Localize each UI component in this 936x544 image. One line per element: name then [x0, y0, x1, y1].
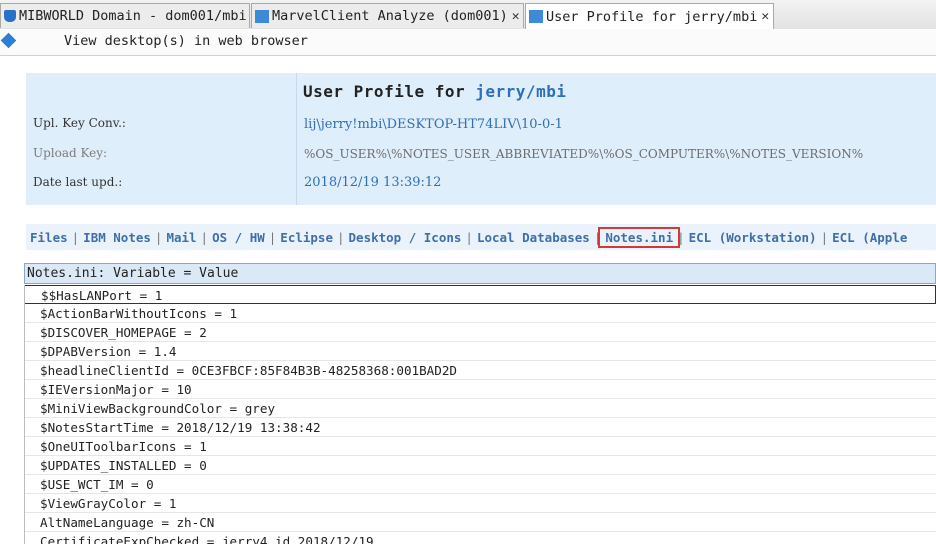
- subtab-os-hw[interactable]: OS / HW: [208, 230, 269, 245]
- page-title: User Profile for jerry/mbi: [303, 82, 566, 101]
- action-bar: View desktop(s) in web browser: [0, 29, 936, 56]
- table-row[interactable]: $DPABVersion = 1.4: [24, 342, 936, 361]
- notes-ini-list: $$HasLANPort = 1 $ActionBarWithoutIcons …: [24, 285, 936, 544]
- subtab-mail[interactable]: Mail: [162, 230, 200, 245]
- close-icon[interactable]: ✕: [761, 9, 769, 24]
- table-row[interactable]: $USE_WCT_IM = 0: [24, 475, 936, 494]
- tab-bar: MIBWORLD Domain - dom001/mbi MarvelClien…: [0, 0, 936, 30]
- profile-subtabs: Files | IBM Notes | Mail | OS / HW | Eclipse…: [26, 224, 936, 250]
- table-header[interactable]: Notes.ini: Variable = Value: [24, 263, 936, 284]
- title-user: jerry/mbi: [475, 82, 567, 101]
- field-value-upload-key: %OS_USER%\%NOTES_USER_ABBREVIATED%\%OS_C…: [304, 147, 864, 161]
- close-icon[interactable]: ✕: [512, 9, 520, 24]
- profile-header: User Profile for jerry/mbi Upl. Key Conv…: [26, 73, 936, 205]
- marvelclient-doc-icon: [529, 10, 543, 23]
- subtab-eclipse[interactable]: Eclipse: [276, 230, 337, 245]
- table-row[interactable]: $headlineClientId = 0CE3FBCF:85F84B3B-48…: [24, 361, 936, 380]
- table-row[interactable]: $IEVersionMajor = 10: [24, 380, 936, 399]
- diamond-icon: [0, 32, 17, 49]
- table-row[interactable]: $OneUIToolbarIcons = 1: [24, 437, 936, 456]
- table-row[interactable]: $NotesStartTime = 2018/12/19 13:38:42: [24, 418, 936, 437]
- field-label-upl-key-conv: Upl. Key Conv.:: [33, 116, 126, 130]
- subtab-notes-ini[interactable]: Notes.ini: [598, 226, 681, 248]
- tab-label: MarvelClient Analyze (dom001): [272, 8, 508, 24]
- table-row[interactable]: $$HasLANPort = 1: [24, 285, 936, 304]
- field-value-upl-key-conv[interactable]: lij\jerry!mbi\DESKTOP-HT74LIV\10-0-1: [304, 117, 563, 132]
- table-row[interactable]: CertificateExpChecked = jerry4.id 2018/1…: [24, 532, 936, 544]
- table-row[interactable]: $MiniViewBackgroundColor = grey: [24, 399, 936, 418]
- subtab-ecl-apple[interactable]: ECL (Apple: [828, 230, 911, 245]
- field-label-upload-key: Upload Key:: [33, 146, 108, 160]
- subtab-ibm-notes[interactable]: IBM Notes: [79, 230, 155, 245]
- subtab-desktop-icons[interactable]: Desktop / Icons: [345, 230, 466, 245]
- tab-marvelclient-analyze[interactable]: MarvelClient Analyze (dom001) ✕: [251, 3, 524, 28]
- title-prefix: User Profile for: [303, 82, 466, 101]
- field-value-date-last-upd: 2018/12/19 13:39:12: [304, 175, 442, 190]
- view-desktop-button[interactable]: View desktop(s) in web browser: [64, 33, 308, 49]
- table-row[interactable]: $ViewGrayColor = 1: [24, 494, 936, 513]
- table-row[interactable]: $DISCOVER_HOMEPAGE = 2: [24, 323, 936, 342]
- tab-user-profile[interactable]: User Profile for jerry/mbi ✕: [525, 3, 774, 29]
- table-row[interactable]: $UPDATES_INSTALLED = 0: [24, 456, 936, 475]
- tab-label: User Profile for jerry/mbi: [546, 8, 758, 25]
- tab-label: MIBWORLD Domain - dom001/mbi: [19, 8, 247, 24]
- subtab-ecl-workstation[interactable]: ECL (Workstation): [685, 230, 821, 245]
- database-icon: [4, 10, 16, 22]
- table-row[interactable]: $ActionBarWithoutIcons = 1: [24, 304, 936, 323]
- marvelclient-icon: [255, 9, 269, 23]
- field-label-date-last-upd: Date last upd.:: [33, 175, 123, 189]
- subtab-local-databases[interactable]: Local Databases: [473, 230, 594, 245]
- table-row[interactable]: AltNameLanguage = zh-CN: [24, 513, 936, 532]
- list-border: [24, 285, 25, 544]
- subtab-files[interactable]: Files: [26, 230, 72, 245]
- tab-mibworld-domain[interactable]: MIBWORLD Domain - dom001/mbi: [0, 3, 250, 28]
